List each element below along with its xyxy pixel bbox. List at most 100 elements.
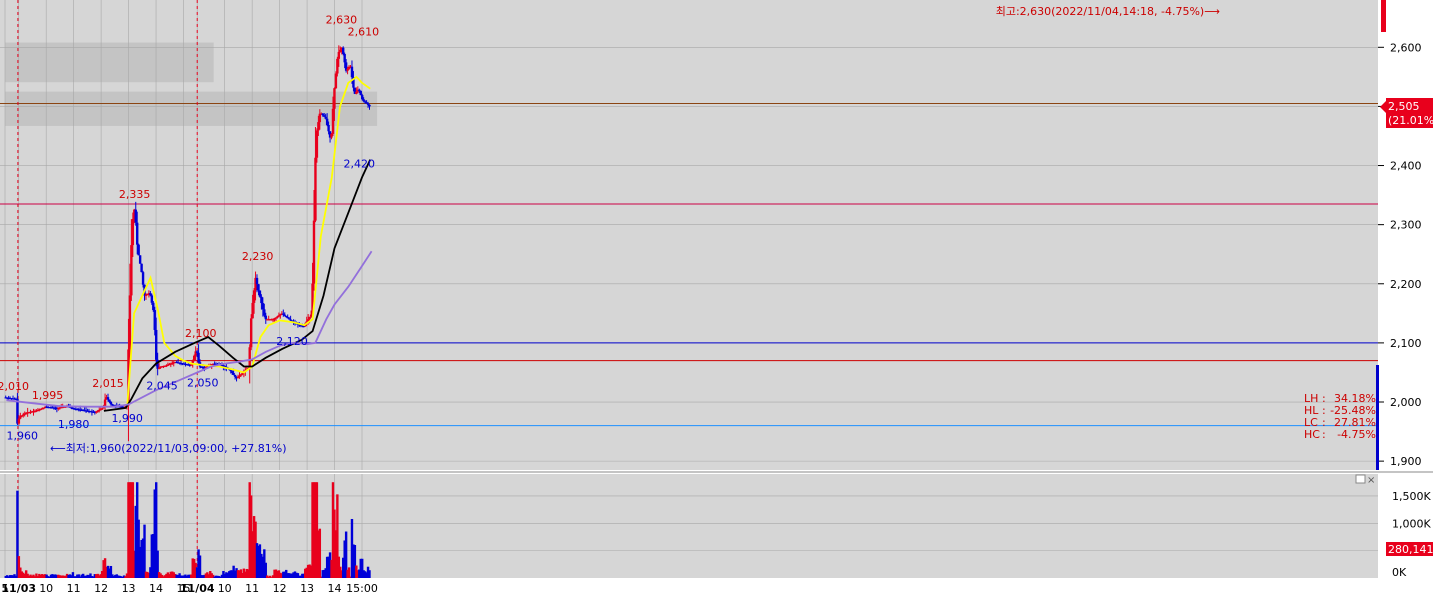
candle-body bbox=[233, 374, 237, 377]
price-annotation: 2,230 bbox=[242, 250, 274, 263]
candle-body bbox=[137, 244, 140, 256]
candle-body bbox=[336, 58, 339, 74]
candle-body bbox=[314, 157, 317, 221]
price-axis-top-bar bbox=[1381, 0, 1386, 32]
price-annotation: 2,120 bbox=[276, 335, 308, 348]
candle-body bbox=[249, 318, 253, 348]
candle-body bbox=[108, 399, 111, 402]
candle-body bbox=[346, 68, 349, 71]
price-annotation: 2,015 bbox=[92, 377, 124, 390]
time-tick-label: 11/04 bbox=[180, 582, 215, 595]
candle-body bbox=[312, 220, 316, 284]
candle-body bbox=[355, 91, 358, 94]
chart-canvas[interactable]: 2,010 1,960 1,995 1,980 2,015 1,990 2,335 2,045… bbox=[0, 0, 1433, 596]
candle-body bbox=[287, 318, 291, 320]
stock-chart[interactable]: 2,010 1,960 1,995 1,980 2,015 1,990 2,335 2,045… bbox=[0, 0, 1433, 596]
candle-body bbox=[282, 313, 285, 315]
candle-body bbox=[232, 373, 235, 375]
high-extreme-label: 최고:2,630(2022/11/04,14:18, -4.75%)⟶ bbox=[996, 5, 1221, 18]
candle-body bbox=[325, 118, 329, 126]
price-tick-label: 2,600 bbox=[1390, 41, 1422, 54]
candle-body bbox=[366, 103, 370, 105]
volume-tick-label: 0K bbox=[1392, 566, 1407, 579]
candle-body bbox=[153, 310, 156, 330]
price-tick-label: 2,100 bbox=[1390, 337, 1422, 350]
candle-body bbox=[318, 113, 322, 123]
grey-band bbox=[5, 91, 378, 126]
time-tick-label: 12 bbox=[94, 582, 108, 595]
candle-body bbox=[365, 102, 368, 104]
candle-body bbox=[155, 329, 158, 360]
volume-close-icon[interactable]: × bbox=[1367, 475, 1375, 486]
candle-body bbox=[251, 302, 254, 319]
candle-body bbox=[289, 319, 292, 321]
candle-body bbox=[260, 296, 263, 304]
current-price-change: (21.01%) bbox=[1388, 114, 1433, 127]
candle-body bbox=[192, 355, 196, 361]
stat-key: HC bbox=[1304, 428, 1320, 441]
candle-body bbox=[283, 314, 286, 316]
candle-body bbox=[255, 277, 259, 285]
candle-body bbox=[337, 51, 341, 59]
candle-body bbox=[350, 66, 354, 78]
candle-body bbox=[248, 347, 251, 369]
price-tick-label: 2,200 bbox=[1390, 278, 1422, 291]
price-annotation: 1,990 bbox=[111, 412, 143, 425]
candle-body bbox=[342, 47, 345, 54]
time-tick-label: 14 bbox=[149, 582, 163, 595]
candle-body bbox=[149, 293, 152, 296]
volume-maximize-button[interactable] bbox=[1355, 474, 1366, 484]
time-tick-label: 13 bbox=[300, 582, 314, 595]
candle-body bbox=[324, 116, 327, 119]
candle-body bbox=[323, 115, 326, 117]
candle-body bbox=[330, 133, 333, 138]
candle-body bbox=[106, 397, 110, 400]
candle-body bbox=[150, 295, 154, 303]
candle-body bbox=[239, 374, 243, 376]
candle-body bbox=[236, 376, 240, 379]
volume-tick-label: 1,500K bbox=[1392, 490, 1431, 503]
volume-panel-bg bbox=[0, 474, 1378, 578]
price-annotation: 2,335 bbox=[119, 188, 151, 201]
candle-body bbox=[138, 255, 142, 264]
volume-bar bbox=[318, 528, 322, 578]
candle-body bbox=[368, 104, 371, 107]
candle-body bbox=[362, 99, 365, 102]
price-annotation: 2,100 bbox=[185, 327, 217, 340]
price-tick-label: 2,400 bbox=[1390, 160, 1422, 173]
price-annotation: 2,045 bbox=[146, 379, 178, 392]
volume-bar bbox=[198, 555, 202, 578]
candle-body bbox=[136, 222, 139, 245]
candle-body bbox=[264, 315, 267, 320]
price-annotation: 1,960 bbox=[7, 430, 39, 443]
stat-colon: : bbox=[1322, 428, 1326, 441]
candle-body bbox=[285, 315, 288, 318]
candle-body bbox=[257, 284, 260, 291]
candle-body bbox=[274, 317, 278, 319]
grey-band bbox=[5, 42, 214, 83]
candle-body bbox=[277, 315, 281, 317]
time-tick-label: 10 bbox=[39, 582, 53, 595]
volume-tick-label: 1,000K bbox=[1392, 517, 1431, 530]
candle-body bbox=[331, 108, 335, 134]
candle-body bbox=[261, 303, 265, 310]
candle-body bbox=[315, 130, 319, 158]
time-tick-label: 10 bbox=[218, 582, 232, 595]
price-annotation: 2,050 bbox=[187, 376, 219, 389]
candle-body bbox=[276, 316, 279, 318]
candle-body bbox=[134, 209, 137, 223]
candle-body bbox=[230, 371, 234, 374]
volume-bar bbox=[143, 524, 146, 578]
candle-body bbox=[286, 317, 289, 319]
candle-body bbox=[339, 49, 342, 52]
price-annotation: 2,420 bbox=[343, 158, 375, 171]
price-annotation: 1,995 bbox=[32, 389, 64, 402]
candle-body bbox=[195, 351, 199, 353]
candle-body bbox=[263, 309, 266, 316]
current-volume-tag: 280,141 bbox=[1386, 542, 1433, 556]
candle-body bbox=[130, 245, 133, 296]
volume-bar bbox=[368, 570, 371, 578]
time-tick-label: 13 bbox=[122, 582, 136, 595]
candle-body bbox=[109, 401, 113, 405]
candle-body bbox=[140, 263, 143, 273]
